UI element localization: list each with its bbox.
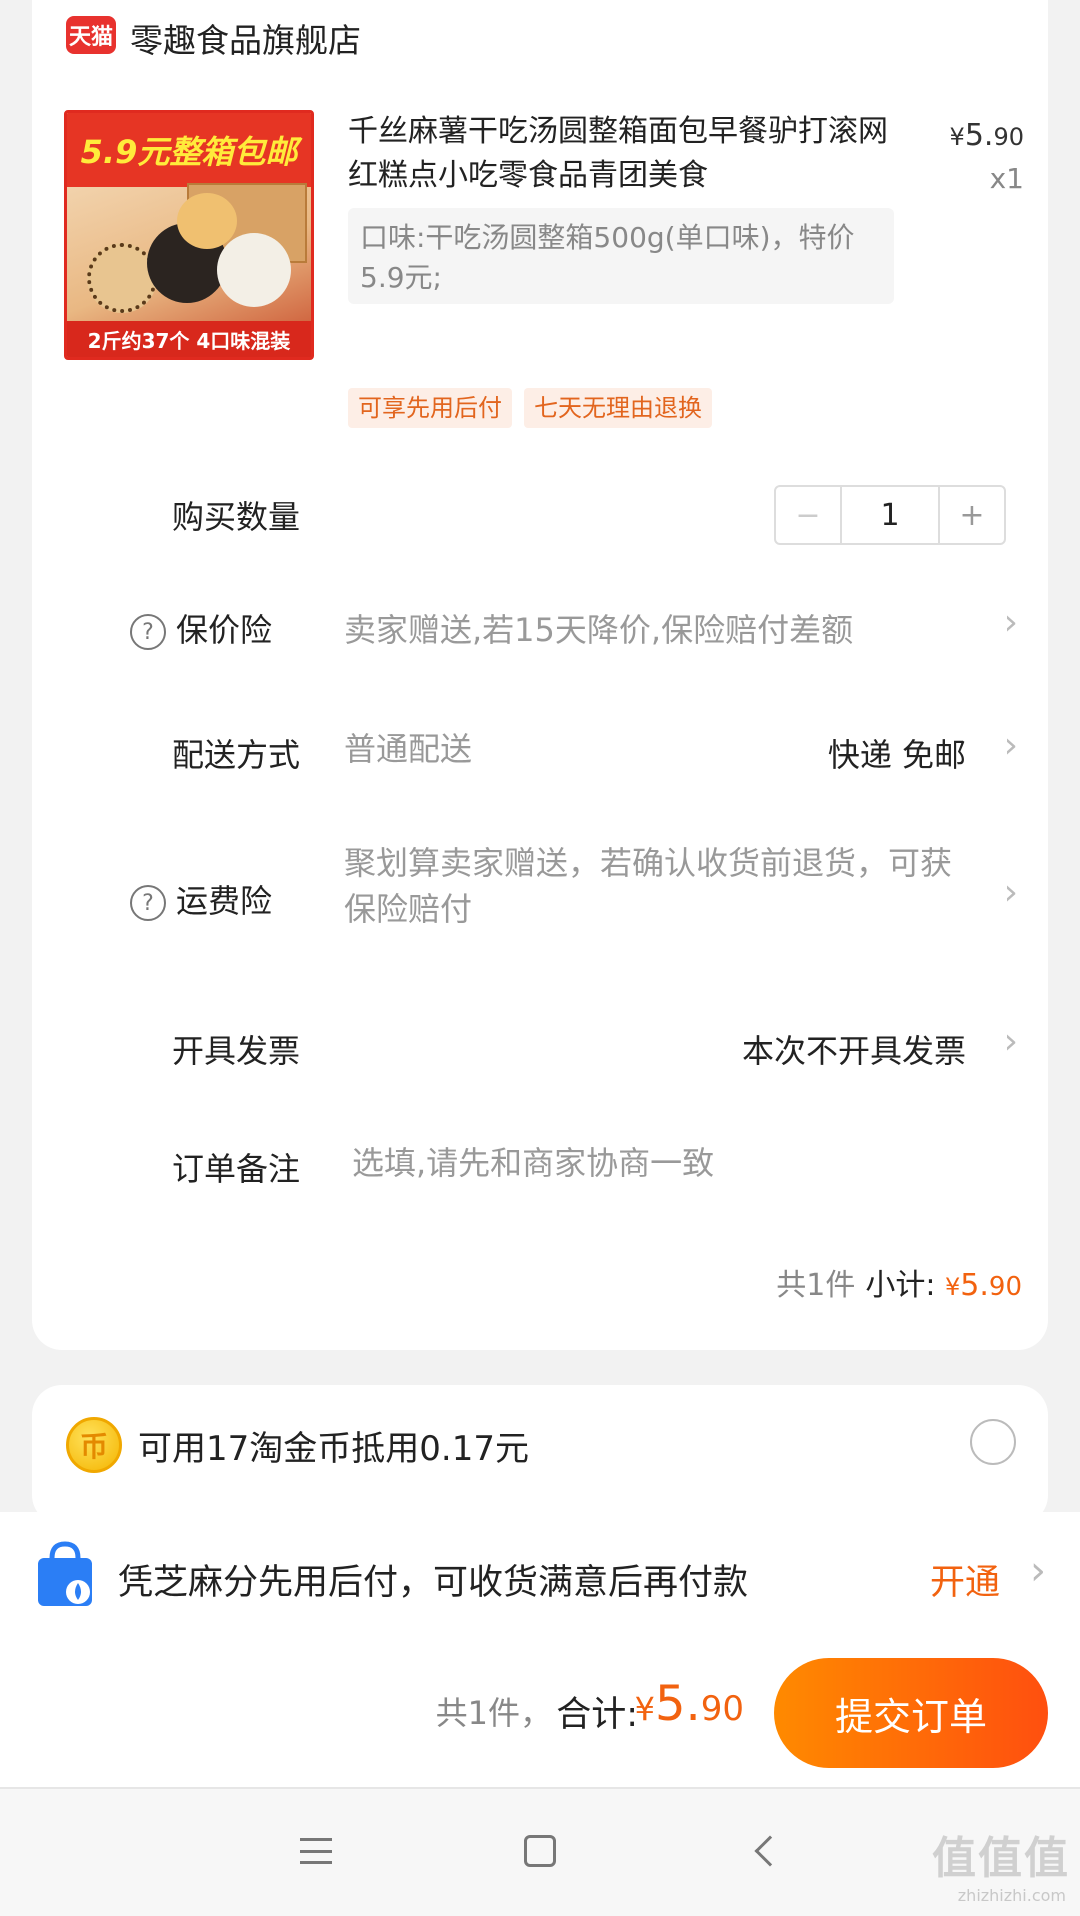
chevron-right-icon[interactable]: › xyxy=(1004,1021,1018,1062)
sku-box[interactable]: 口味:干吃汤圆整箱500g(单口味)，特价5.9元; xyxy=(348,208,894,304)
note-input[interactable]: 选填,请先和商家协商一致 xyxy=(352,1140,714,1186)
summary-int: 5. xyxy=(654,1676,701,1732)
price-dec: 90 xyxy=(993,123,1024,151)
help-icon[interactable]: ? xyxy=(130,885,166,921)
store-name[interactable]: 零趣食品旗舰店 xyxy=(130,14,361,62)
delivery-label: 配送方式 xyxy=(172,736,301,774)
product-image[interactable]: 5.9元整箱包邮 2斤约37个 4口味混装 xyxy=(64,110,314,360)
pay-later-bar[interactable]: 凭芝麻分先用后付，可收货满意后再付款 开通 › xyxy=(0,1512,1080,1642)
home-icon xyxy=(524,1835,556,1867)
chevron-right-icon[interactable]: › xyxy=(1030,1548,1046,1594)
invoice-label: 开具发票 xyxy=(172,1032,301,1070)
note-label: 订单备注 xyxy=(172,1150,301,1188)
watermark: 值值值 xyxy=(932,1833,1070,1884)
invoice-right[interactable]: 本次不开具发票 xyxy=(742,1026,966,1072)
chevron-right-icon[interactable]: › xyxy=(1004,872,1018,913)
product-image-banner: 5.9元整箱包邮 xyxy=(67,113,311,187)
summary-label: 合计: xyxy=(556,1695,638,1735)
summary-total: ¥5.90 xyxy=(635,1676,744,1732)
product-image-footer: 2斤约37个 4口味混装 xyxy=(67,321,311,357)
decrease-button[interactable]: − xyxy=(776,487,842,543)
quantity-value[interactable]: 1 xyxy=(842,487,938,543)
subtotal-label: 小计: xyxy=(865,1268,936,1303)
summary-count: 共1件， xyxy=(435,1694,552,1732)
pay-later-open-button[interactable]: 开通 xyxy=(930,1554,1000,1605)
coin-icon: 币 xyxy=(66,1417,122,1473)
subtotal-symbol: ¥ xyxy=(945,1273,961,1301)
recent-apps-button[interactable] xyxy=(286,1821,346,1881)
checkout-summary: 共1件， 合计: ¥5.90 提交订单 xyxy=(0,1642,1080,1787)
back-icon xyxy=(754,1835,786,1867)
summary-symbol: ¥ xyxy=(634,1690,655,1728)
delivery-right[interactable]: 快递 免邮 xyxy=(828,730,966,776)
summary-dec: 90 xyxy=(700,1689,744,1729)
taobao-coin-card: 币 可用17淘金币抵用0.17元 xyxy=(32,1385,1048,1525)
quantity-label: 购买数量 xyxy=(172,498,301,536)
subtotal-count: 共1件 xyxy=(776,1268,856,1303)
price-int: 5. xyxy=(964,118,994,153)
price-protect-label[interactable]: ? 保价险 xyxy=(130,605,272,651)
home-button[interactable] xyxy=(510,1821,570,1881)
coin-text: 可用17淘金币抵用0.17元 xyxy=(138,1429,529,1469)
back-button[interactable] xyxy=(736,1821,796,1881)
quantity-stepper[interactable]: − 1 + xyxy=(774,485,1006,545)
price-protect-text: 保价险 xyxy=(176,611,273,649)
tmall-logo-icon: 天猫 xyxy=(66,16,116,54)
price-protect-value[interactable]: 卖家赠送,若15天降价,保险赔付差额 xyxy=(344,607,853,653)
mochi-ball-graphic xyxy=(177,193,237,249)
product-quantity: x1 xyxy=(989,162,1024,195)
help-icon[interactable]: ? xyxy=(130,614,166,650)
subtotal-int: 5. xyxy=(960,1268,989,1303)
shipping-ins-text: 运费险 xyxy=(176,882,273,920)
subtotal: 共1件 小计: ¥5.90 xyxy=(776,1260,1022,1304)
watermark-url: zhizhizhi.com xyxy=(957,1886,1066,1905)
system-nav-bar xyxy=(0,1787,1080,1916)
subtotal-price: ¥5.90 xyxy=(945,1268,1022,1303)
price-symbol: ¥ xyxy=(949,123,965,151)
increase-button[interactable]: + xyxy=(938,487,1004,543)
chevron-right-icon[interactable]: › xyxy=(1004,725,1018,766)
menu-icon xyxy=(300,1838,332,1864)
product-price: ¥5.90 xyxy=(950,118,1024,153)
submit-order-button[interactable]: 提交订单 xyxy=(774,1658,1048,1768)
order-card: 天猫 零趣食品旗舰店 5.9元整箱包邮 2斤约37个 4口味混装 千丝麻薯干吃汤… xyxy=(32,0,1048,1350)
delivery-value[interactable]: 普通配送 xyxy=(344,726,472,772)
shopping-bag-icon xyxy=(38,1541,92,1606)
mochi-ball-graphic xyxy=(217,233,291,307)
shipping-ins-value[interactable]: 聚划算卖家赠送，若确认收货前退货，可获保险赔付 xyxy=(344,840,964,932)
pay-later-text: 凭芝麻分先用后付，可收货满意后再付款 xyxy=(118,1563,749,1603)
coin-radio[interactable] xyxy=(970,1419,1016,1465)
tag-pay-later: 可享先用后付 xyxy=(348,388,512,428)
tag-7day-return: 七天无理由退换 xyxy=(524,388,712,428)
chevron-right-icon[interactable]: › xyxy=(1004,602,1018,643)
product-title[interactable]: 千丝麻薯干吃汤圆整箱面包早餐驴打滚网红糕点小吃零食品青团美食 xyxy=(348,110,908,198)
mochi-ball-graphic xyxy=(87,243,157,313)
shipping-ins-label[interactable]: ? 运费险 xyxy=(130,876,272,922)
subtotal-dec: 90 xyxy=(988,1272,1022,1302)
